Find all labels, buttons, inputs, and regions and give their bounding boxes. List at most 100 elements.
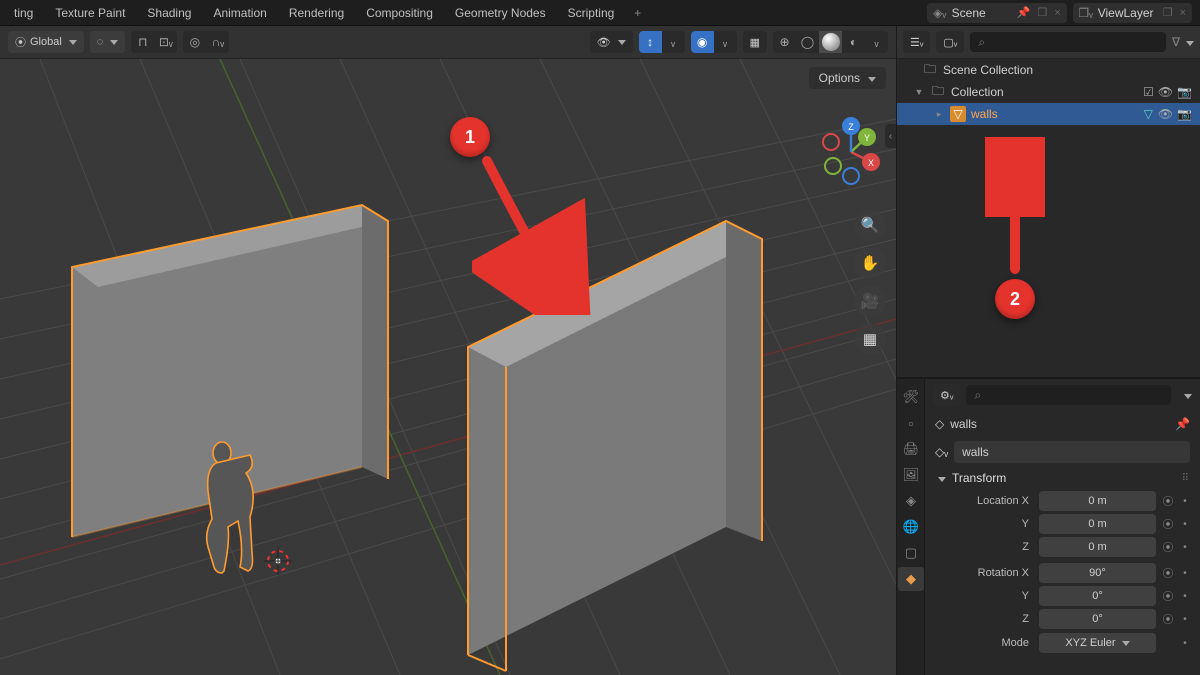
- tab-output[interactable]: 🖨: [898, 437, 924, 461]
- rotation-y-field[interactable]: 0°: [1039, 586, 1156, 606]
- outliner-editor-type[interactable]: ☰ᵥ: [903, 31, 930, 53]
- lock-icon[interactable]: ⦿: [1160, 588, 1176, 604]
- location-y-field[interactable]: 0 m: [1039, 514, 1156, 534]
- location-x-field[interactable]: 0 m: [1039, 491, 1156, 511]
- gizmo-group: ↕ ᵥ: [639, 31, 685, 53]
- menu-item-texture-paint[interactable]: Texture Paint: [45, 3, 135, 23]
- menu-item-geometry-nodes[interactable]: Geometry Nodes: [445, 3, 556, 23]
- tab-collection[interactable]: ▢: [898, 541, 924, 565]
- transform-section-header[interactable]: Transform⠿: [935, 471, 1190, 485]
- shading-solid[interactable]: ◯: [796, 31, 819, 53]
- gizmo-menu[interactable]: ᵥ: [662, 31, 685, 53]
- copy-icon[interactable]: ❐: [1163, 6, 1173, 19]
- pivot-icon: ◌: [97, 36, 104, 48]
- lock-icon[interactable]: ⦿: [1160, 516, 1176, 532]
- overlay-group: ◉ ᵥ: [691, 31, 737, 53]
- proportional-toggle[interactable]: ◎: [183, 31, 206, 53]
- annotation-1-arrow: [472, 155, 592, 315]
- overlay-menu[interactable]: ᵥ: [714, 31, 737, 53]
- collection-icon: 🗀: [930, 84, 946, 100]
- shading-menu[interactable]: ᵥ: [865, 31, 888, 53]
- viewlayer-selector[interactable]: ❐ᵥ ViewLayer ❐ ×: [1073, 3, 1192, 23]
- location-z-field[interactable]: 0 m: [1039, 537, 1156, 557]
- eye-icon[interactable]: 👁: [1158, 85, 1173, 99]
- tab-scene[interactable]: ◈: [898, 489, 924, 513]
- pivot-dropdown[interactable]: ◌: [90, 31, 126, 53]
- options-dropdown[interactable]: Options: [809, 67, 886, 89]
- outliner-search[interactable]: ⌕: [970, 32, 1166, 52]
- outliner-item-walls[interactable]: ▸▽ walls ▽ 👁📷: [897, 103, 1200, 125]
- overlay-toggle[interactable]: ◉: [691, 31, 714, 53]
- object-icon: ◇: [935, 417, 944, 431]
- outliner-filter[interactable]: ∇: [1172, 35, 1194, 49]
- shading-mode-group: ⊕ ◯ ◐ ᵥ: [773, 31, 888, 53]
- shading-wireframe[interactable]: ⊕: [773, 31, 796, 53]
- tab-viewlayer[interactable]: 🖼: [898, 463, 924, 487]
- close-icon[interactable]: ×: [1054, 7, 1060, 19]
- menu-item-scripting[interactable]: Scripting: [558, 3, 625, 23]
- checkbox-icon[interactable]: ☑: [1143, 85, 1154, 99]
- visibility-dropdown[interactable]: 👁: [590, 31, 633, 53]
- lock-icon[interactable]: ⦿: [1160, 539, 1176, 555]
- object-name-field[interactable]: walls: [954, 441, 1190, 463]
- close-icon[interactable]: ×: [1180, 7, 1186, 19]
- viewport-toolbar: ⦿Global ◌ ⊓ ⊡ᵥ ◎ ∩ᵥ 👁 ↕ ᵥ ◉ ᵥ ▦ ⊕: [0, 26, 896, 59]
- viewlayer-icon: ❐ᵥ: [1079, 6, 1093, 20]
- tab-render[interactable]: ▫: [898, 411, 924, 435]
- mesh-icon: ▽: [950, 106, 966, 122]
- outliner-tree[interactable]: 🗀 Scene Collection ▼🗀 Collection ☑👁📷 ▸▽ …: [897, 59, 1200, 377]
- outliner-header: ☰ᵥ ▢ᵥ ⌕ ∇: [897, 26, 1200, 59]
- rotation-z-field[interactable]: 0°: [1039, 609, 1156, 629]
- svg-text:X: X: [868, 158, 874, 168]
- properties-search-bar: ⚙ᵥ ⌕: [925, 379, 1200, 411]
- perspective-gizmo[interactable]: ▦: [854, 323, 886, 355]
- tab-object[interactable]: ◆: [898, 567, 924, 591]
- shading-rendered[interactable]: ◐: [842, 31, 865, 53]
- lock-icon[interactable]: ⦿: [1160, 565, 1176, 581]
- properties-search[interactable]: ⌕: [966, 385, 1171, 405]
- pan-gizmo[interactable]: ✋: [854, 247, 886, 279]
- properties-tabs: 🛠 ▫ 🖨 🖼 ◈ 🌐 ▢ ◆: [897, 379, 925, 675]
- zoom-gizmo[interactable]: 🔍: [854, 209, 886, 241]
- menu-item-animation[interactable]: Animation: [203, 3, 276, 23]
- lock-icon[interactable]: ⦿: [1160, 493, 1176, 509]
- navigation-gizmo[interactable]: X Y Z: [813, 114, 888, 189]
- outliner-display-mode[interactable]: ▢ᵥ: [936, 31, 964, 53]
- annotation-2-arrow: [985, 137, 1045, 277]
- snap-toggle[interactable]: ⊓: [131, 31, 154, 53]
- camera-icon[interactable]: 📷: [1177, 107, 1192, 121]
- eye-icon[interactable]: 👁: [1158, 107, 1173, 121]
- properties-editor-type[interactable]: ⚙ᵥ: [933, 384, 960, 406]
- 3d-viewport[interactable]: Options ‹ X Y Z 🔍 ✋ 🎥 ▦ 1: [0, 59, 896, 675]
- menu-item-rendering[interactable]: Rendering: [279, 3, 354, 23]
- tab-world[interactable]: 🌐: [898, 515, 924, 539]
- menu-item[interactable]: ting: [4, 3, 43, 23]
- properties-options[interactable]: [1181, 388, 1192, 402]
- scene-icon: ◈ᵥ: [933, 6, 947, 20]
- scene-selector[interactable]: ◈ᵥ Scene 📌 ❐ ×: [927, 3, 1067, 23]
- orientation-dropdown[interactable]: ⦿Global: [8, 31, 84, 53]
- lock-icon[interactable]: ⦿: [1160, 611, 1176, 627]
- shading-material[interactable]: [819, 31, 842, 53]
- globe-icon: ⦿: [15, 34, 26, 50]
- tab-tool[interactable]: 🛠: [898, 385, 924, 409]
- pin-icon[interactable]: 📌: [1175, 417, 1190, 431]
- menu-item-shading[interactable]: Shading: [137, 3, 201, 23]
- proportional-falloff[interactable]: ∩ᵥ: [206, 31, 229, 53]
- rotation-x-field[interactable]: 90°: [1039, 563, 1156, 583]
- pin-icon[interactable]: 📌: [1017, 6, 1031, 19]
- camera-gizmo[interactable]: 🎥: [854, 285, 886, 317]
- copy-icon[interactable]: ❐: [1037, 6, 1047, 19]
- menu-item-compositing[interactable]: Compositing: [356, 3, 443, 23]
- camera-icon[interactable]: 📷: [1177, 85, 1192, 99]
- eye-icon: 👁: [597, 36, 611, 49]
- xray-toggle[interactable]: ▦: [743, 31, 767, 53]
- gizmo-toggle[interactable]: ↕: [639, 31, 662, 53]
- outliner-collection[interactable]: ▼🗀 Collection ☑👁📷: [897, 81, 1200, 103]
- outliner-scene-collection[interactable]: 🗀 Scene Collection: [897, 59, 1200, 81]
- search-icon: ⌕: [974, 388, 981, 403]
- rotation-mode-dropdown[interactable]: XYZ Euler: [1039, 633, 1156, 653]
- annotation-2-badge: 2: [995, 279, 1035, 319]
- add-workspace-button[interactable]: +: [626, 3, 649, 23]
- snap-menu[interactable]: ⊡ᵥ: [154, 31, 177, 53]
